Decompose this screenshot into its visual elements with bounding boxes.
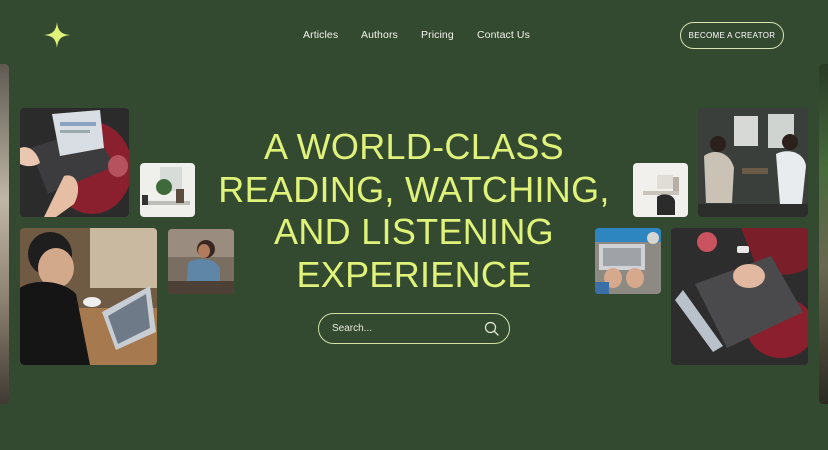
- edge-photo-right: [819, 64, 828, 404]
- photo-white-desk-chair: [633, 163, 688, 217]
- hero-line-1: A WORLD-CLASS: [264, 126, 564, 167]
- nav-link-authors[interactable]: Authors: [361, 29, 398, 41]
- photo-laptop-dashboard: [20, 108, 129, 217]
- search-bar[interactable]: [318, 313, 510, 344]
- edge-photo-left: [0, 64, 9, 404]
- nav-link-contact-us[interactable]: Contact Us: [477, 29, 530, 41]
- hero-line-3: AND LISTENING: [274, 211, 554, 252]
- hero-headline: A WORLD-CLASS READING, WATCHING, AND LIS…: [214, 126, 614, 296]
- become-creator-button[interactable]: BECOME A CREATOR: [680, 22, 784, 49]
- photo-two-people-talking: [698, 108, 808, 217]
- photo-bright-room-desk: [140, 163, 195, 217]
- nav-link-articles[interactable]: Articles: [303, 29, 338, 41]
- hero-line-4: EXPERIENCE: [296, 253, 532, 295]
- nav-link-pricing[interactable]: Pricing: [421, 29, 454, 41]
- search-icon[interactable]: [484, 321, 499, 336]
- photo-typing-laptop-desk: [671, 228, 808, 365]
- hero-line-2: READING, WATCHING,: [218, 168, 610, 210]
- search-input[interactable]: [332, 323, 472, 334]
- photo-man-laptop-cafe: [20, 228, 157, 365]
